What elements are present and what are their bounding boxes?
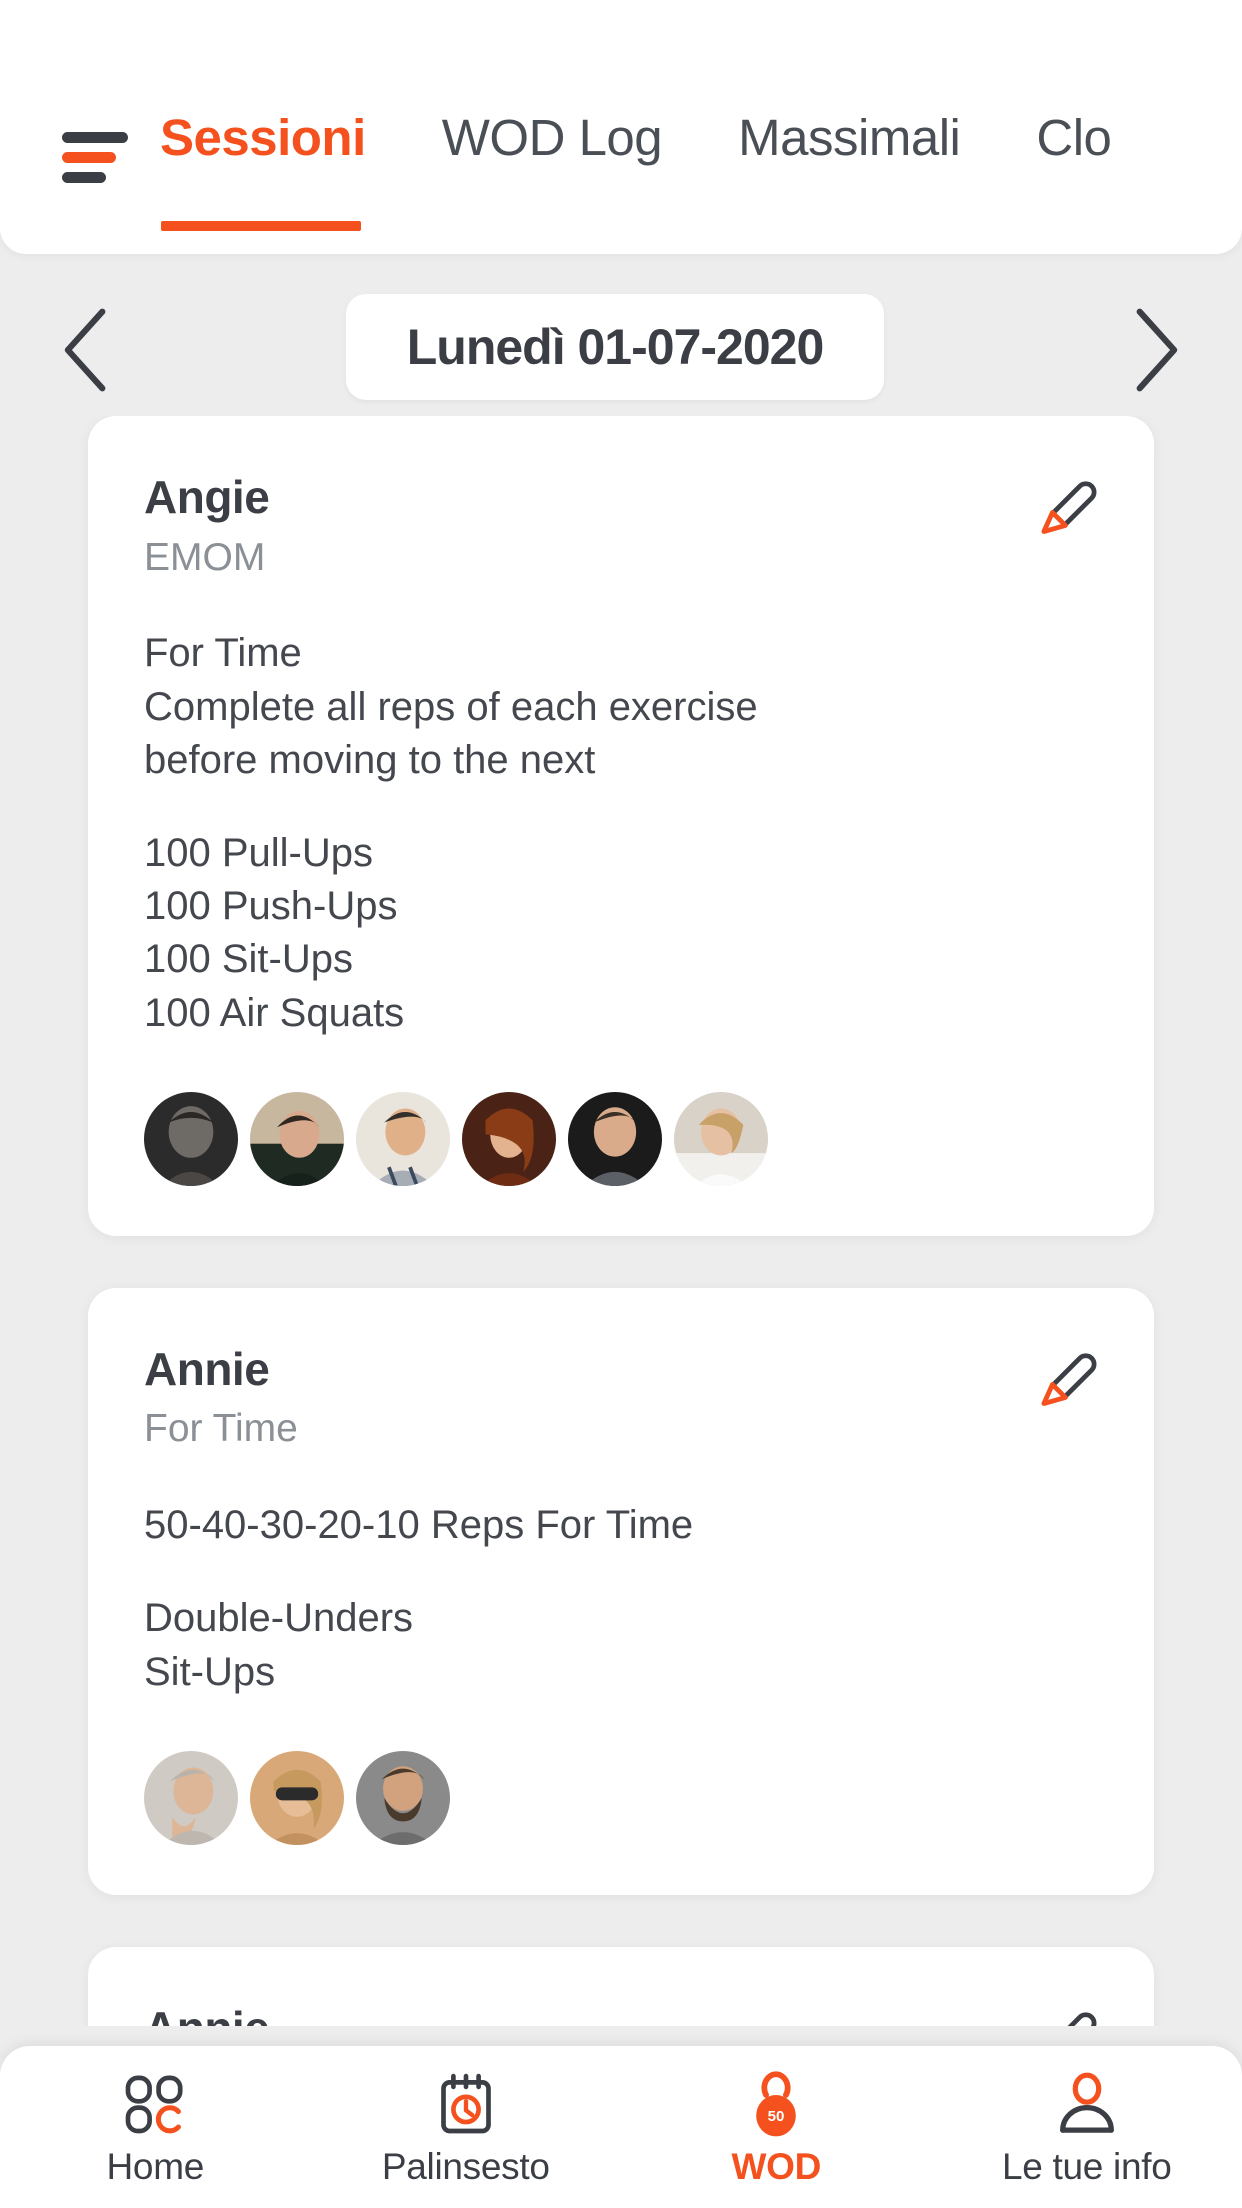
session-type: EMOM (144, 535, 266, 579)
tab-massimali[interactable]: Massimali (738, 109, 961, 179)
pencil-edit-icon[interactable] (1028, 1995, 1102, 2026)
tab-massimali-label: Massimali (738, 109, 961, 166)
date-navigation: Lunedì 01-07-2020 (0, 290, 1242, 410)
session-card[interactable]: Annie For Time (88, 1946, 1154, 2026)
tab-list: Sessioni WOD Log Massimali Clo (160, 109, 1187, 231)
avatar[interactable] (356, 1091, 450, 1186)
tab-sessioni-label: Sessioni (160, 109, 366, 166)
calendar-clock-icon (430, 2068, 502, 2140)
nav-item-wod-label: WOD (731, 2146, 822, 2187)
nav-item-home[interactable]: Home (0, 2046, 311, 2208)
menu-line-2 (62, 152, 116, 163)
pencil-edit-icon[interactable] (1028, 464, 1102, 538)
user-profile-icon (1051, 2068, 1123, 2140)
menu-line-1 (62, 132, 128, 143)
tab-classifiche[interactable]: Clo (1036, 109, 1112, 179)
session-title: Angie (144, 471, 270, 523)
chevron-left-icon[interactable] (44, 304, 130, 396)
current-date-pill[interactable]: Lunedì 01-07-2020 (346, 294, 884, 400)
tab-sessioni[interactable]: Sessioni (160, 109, 366, 231)
session-exercises-text: Double-Unders Sit-Ups (144, 1596, 414, 1694)
session-title: Annie (144, 2003, 1098, 2026)
session-card[interactable]: Annie For Time 50-40-30-20-10 Reps For T… (88, 1287, 1154, 1895)
avatar[interactable] (674, 1091, 768, 1186)
app-root: Sessioni WOD Log Massimali Clo Lunedì 01… (0, 0, 1242, 2208)
chevron-right-icon[interactable] (1112, 304, 1198, 396)
avatar[interactable] (144, 1750, 238, 1845)
session-description-text: 50-40-30-20-10 Reps For Time (144, 1503, 694, 1548)
bottom-navigation-bar: Home Palinsesto 50 WOD Le tue info (0, 2046, 1242, 2208)
pencil-edit-icon[interactable] (1028, 1336, 1102, 1410)
session-exercises: 100 Pull-Ups 100 Push-Ups 100 Sit-Ups 10… (144, 827, 1098, 1040)
avatar[interactable] (144, 1091, 238, 1186)
avatar[interactable] (250, 1091, 344, 1186)
session-type: For Time (144, 1407, 298, 1451)
nav-item-palinsesto-label: Palinsesto (381, 2146, 550, 2187)
sessions-scroll-area[interactable]: Angie EMOM For Time Complete all reps of… (0, 416, 1242, 2026)
menu-line-3 (62, 172, 106, 183)
avatar[interactable] (356, 1750, 450, 1845)
tab-wod-log[interactable]: WOD Log (441, 109, 663, 179)
nav-item-home-label: Home (106, 2146, 205, 2187)
avatar[interactable] (250, 1750, 344, 1845)
nav-item-palinsesto[interactable]: Palinsesto (311, 2046, 622, 2208)
hamburger-menu-icon[interactable] (62, 132, 128, 184)
kettlebell-badge-count: 50 (768, 2108, 785, 2125)
nav-item-le-tue-info[interactable]: Le tue info (932, 2046, 1242, 2208)
tab-wod-log-label: WOD Log (441, 109, 663, 166)
nav-item-le-tue-info-label: Le tue info (1001, 2146, 1172, 2187)
session-description-text: For Time Complete all reps of each exerc… (144, 631, 758, 782)
kettlebell-icon: 50 (740, 2068, 812, 2140)
avatar[interactable] (462, 1091, 556, 1186)
nav-item-wod[interactable]: 50 WOD (621, 2046, 932, 2208)
tab-classifiche-label: Clo (1036, 109, 1112, 166)
session-description: For Time Complete all reps of each exerc… (144, 627, 1098, 787)
current-date-label: Lunedì 01-07-2020 (406, 319, 825, 375)
session-exercises: Double-Unders Sit-Ups (144, 1592, 1098, 1698)
top-navigation-bar: Sessioni WOD Log Massimali Clo (0, 0, 1242, 254)
grid-home-icon (119, 2068, 191, 2140)
participant-avatars (144, 1750, 1098, 1845)
session-description: 50-40-30-20-10 Reps For Time (144, 1499, 1098, 1552)
session-exercises-text: 100 Pull-Ups 100 Push-Ups 100 Sit-Ups 10… (144, 831, 405, 1035)
participant-avatars (144, 1091, 1098, 1186)
session-card[interactable]: Angie EMOM For Time Complete all reps of… (88, 416, 1154, 1236)
session-title: Annie (144, 1342, 270, 1395)
avatar[interactable] (568, 1091, 662, 1186)
